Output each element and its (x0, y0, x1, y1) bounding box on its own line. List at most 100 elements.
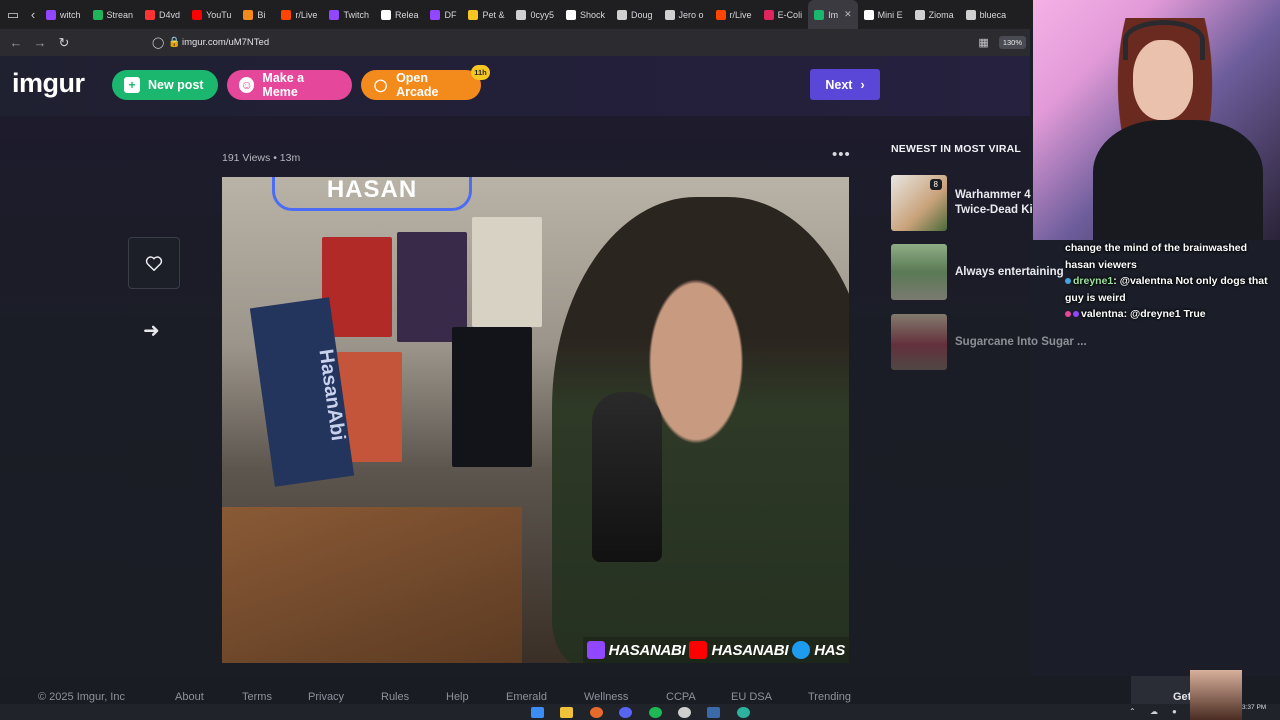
post-thumbnail: 8 (891, 175, 947, 231)
browser-tab[interactable]: blueca (960, 0, 1013, 29)
browser-tab[interactable]: witch (40, 0, 87, 29)
tab-favicon-icon (617, 9, 628, 20)
reader-view-icon[interactable]: ▦ (978, 36, 988, 49)
image-count: 8 (929, 179, 942, 190)
browser-tab[interactable]: 0cyy5 (510, 0, 560, 29)
make-meme-label: Make a Meme (262, 71, 305, 99)
post-thumbnail (891, 314, 947, 370)
chat-username: dreyne1 (1073, 275, 1114, 287)
windows-start-icon[interactable] (531, 707, 544, 718)
footer-link-ccpa[interactable]: CCPA (666, 691, 696, 703)
footer-link-eu-dsa[interactable]: EU DSA (731, 691, 772, 703)
footer-link-help[interactable]: Help (446, 691, 469, 703)
footer-link-about[interactable]: About (175, 691, 204, 703)
footer-link-emerald[interactable]: Emerald (506, 691, 547, 703)
tab-label: Twitch (343, 9, 369, 20)
footer-link-terms[interactable]: Terms (242, 691, 272, 703)
poster (472, 217, 542, 327)
tab-favicon-icon (468, 9, 479, 20)
tab-label: Im (828, 9, 839, 20)
tab-label: Bi (257, 9, 266, 20)
open-arcade-button[interactable]: ◯ Open Arcade (361, 70, 481, 100)
plus-icon: + (124, 77, 140, 93)
footer-link-trending[interactable]: Trending (808, 691, 851, 703)
folder-icon[interactable] (560, 707, 573, 718)
youtube-icon (689, 641, 708, 659)
meme-face-icon: ☺ (239, 77, 255, 93)
post-title: Always entertaining (955, 265, 1064, 278)
footer-link-wellness[interactable]: Wellness (584, 691, 628, 703)
lock-icon[interactable]: 🔒 (168, 37, 182, 48)
discord-icon[interactable] (619, 707, 632, 718)
tab-favicon-icon (243, 9, 254, 20)
microphone-icon[interactable]: ● (1172, 707, 1177, 716)
browser-tab[interactable]: r/Live (275, 0, 323, 29)
browser-tab[interactable]: Doug (611, 0, 659, 29)
tab-favicon-icon (430, 9, 441, 20)
url-field[interactable]: imgur.com/uM7NTed (182, 37, 269, 48)
fridge (452, 327, 532, 467)
next-button[interactable]: Next › (810, 69, 880, 100)
tab-favicon-icon (92, 9, 103, 20)
new-post-button[interactable]: + New post (112, 70, 218, 100)
browser-tab[interactable]: Jero o (659, 0, 710, 29)
chevron-left-icon[interactable]: ‹ (26, 0, 40, 29)
tab-favicon-icon (329, 9, 340, 20)
browser-tab[interactable]: YouTu (186, 0, 237, 29)
browser-tab[interactable]: Bi (237, 0, 275, 29)
chevron-up-icon[interactable]: ⌃ (1129, 707, 1136, 716)
favorite-button[interactable] (128, 237, 180, 289)
tab-favicon-icon (715, 9, 726, 20)
shield-icon[interactable]: ◯ (152, 36, 168, 49)
tab-favicon-icon (516, 9, 527, 20)
browser-tab[interactable]: DF (424, 0, 462, 29)
tab-label: blueca (979, 9, 1007, 20)
chat-text: change the mind of the brainwashed hasan… (1065, 242, 1248, 271)
social-overlay: HASANABI HASANABI HAS (582, 637, 849, 663)
chat-message: change the mind of the brainwashed hasan… (1062, 240, 1280, 273)
back-button[interactable]: ← (4, 35, 28, 50)
reload-button[interactable]: ↻ (52, 35, 76, 51)
browser-tab[interactable]: D4vd (139, 0, 186, 29)
browser-tab[interactable]: E-Coli (758, 0, 809, 29)
post-image[interactable]: HasanAbi HASAN HASANABI HASANABI HAS (222, 177, 849, 663)
sub-badge-icon (1073, 311, 1079, 317)
share-arrow-icon[interactable]: ➜ (143, 318, 160, 343)
post-title: Warhammer 4 Twice-Dead Ki (955, 189, 1033, 216)
tab-favicon-icon (914, 9, 925, 20)
chat-text: @dreyne1 True (1130, 308, 1206, 320)
poster (397, 232, 467, 342)
network-icon[interactable]: ☁ (1150, 707, 1158, 716)
tab-favicon-icon (380, 9, 391, 20)
obs-icon[interactable] (678, 707, 691, 718)
browser-tab[interactable]: Strean (87, 0, 140, 29)
spotify-icon[interactable] (649, 707, 662, 718)
browser-tab[interactable]: Shock (560, 0, 611, 29)
app-icon[interactable] (737, 707, 750, 718)
browser-tab[interactable]: Im ✕ (808, 0, 858, 29)
overlay-handle: HAS (814, 641, 845, 659)
footer-link-rules[interactable]: Rules (381, 691, 409, 703)
browser-tab[interactable]: Relea (375, 0, 425, 29)
browser-tab[interactable]: Mini E (858, 0, 909, 29)
tab-label: r/Live (295, 9, 318, 20)
footer-link-privacy[interactable]: Privacy (308, 691, 344, 703)
forward-button[interactable]: → (28, 35, 52, 50)
browser-tab[interactable]: Pet & (462, 0, 510, 29)
imgur-header: imgur + New post ☺ Make a Meme ◯ Open Ar… (0, 56, 1030, 116)
more-options-icon[interactable]: ••• (832, 146, 851, 163)
close-tab-icon[interactable]: ✕ (844, 9, 852, 20)
tab-overview-icon[interactable]: ▭ (0, 0, 26, 29)
browser-tab[interactable]: Zioma (909, 0, 960, 29)
stream-chat: change the mind of the brainwashed hasan… (1062, 240, 1280, 323)
steam-icon[interactable] (707, 707, 720, 718)
imgur-logo[interactable]: imgur (12, 68, 85, 99)
arcade-badge: 11h (471, 65, 490, 80)
browser-tab[interactable]: r/Live (710, 0, 758, 29)
browser-tab[interactable]: Twitch (323, 0, 375, 29)
firefox-icon[interactable] (590, 707, 603, 718)
tab-label: E-Coli (777, 9, 803, 20)
tab-label: D4vd (159, 9, 181, 20)
make-meme-button[interactable]: ☺ Make a Meme (227, 70, 352, 100)
zoom-level[interactable]: 130% (998, 36, 1026, 49)
